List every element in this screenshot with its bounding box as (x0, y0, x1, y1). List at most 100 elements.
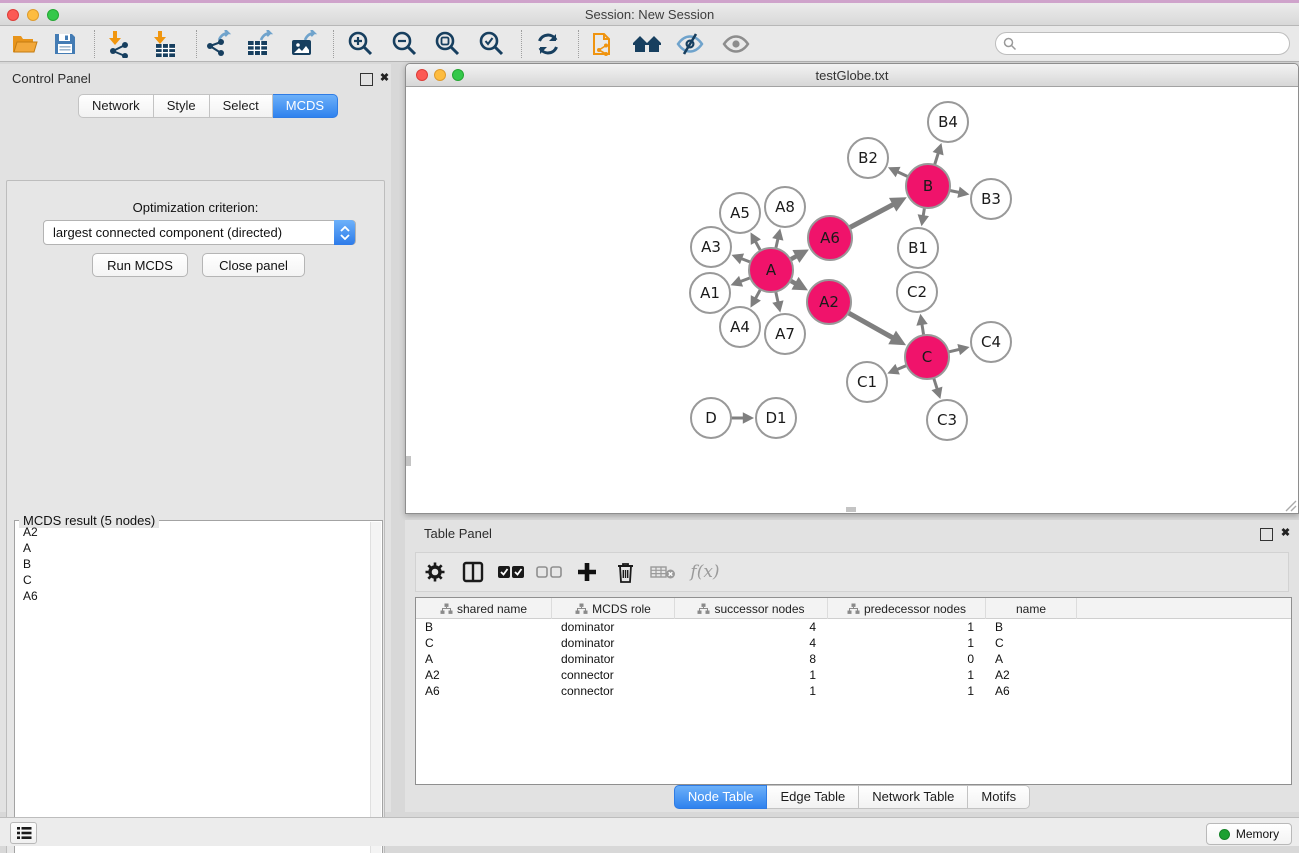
zoom-fit-icon[interactable] (431, 29, 465, 59)
import-network-icon[interactable] (103, 29, 137, 59)
tab-network[interactable]: Network (78, 94, 154, 118)
network-window-titlebar[interactable]: testGlobe.txt (406, 64, 1298, 87)
tab-motifs[interactable]: Motifs (968, 785, 1030, 809)
graph-node-label: D1 (765, 409, 786, 427)
graph-edge-arrowhead (918, 214, 929, 226)
column-header-successor-nodes[interactable]: successor nodes (675, 598, 828, 619)
export-image-icon[interactable] (287, 29, 321, 59)
table-row[interactable]: Cdominator41C (416, 635, 1291, 651)
table-cell[interactable]: 1 (828, 667, 986, 683)
zoom-out-icon[interactable] (388, 29, 422, 59)
table-cell[interactable]: 1 (828, 635, 986, 651)
delete-column-trash-icon[interactable] (606, 562, 644, 583)
table-cell[interactable]: 4 (675, 635, 828, 651)
settings-gear-icon[interactable] (416, 561, 454, 583)
table-cell[interactable]: 8 (675, 651, 828, 667)
new-network-from-file-icon[interactable] (587, 29, 621, 59)
table-cell[interactable]: 1 (675, 683, 828, 699)
deselect-all-columns-icon[interactable] (530, 565, 568, 579)
table-cell[interactable]: C (416, 635, 552, 651)
table-row[interactable]: A2connector11A2 (416, 667, 1291, 683)
toolbar-separator (333, 30, 334, 58)
table-cell[interactable]: dominator (552, 651, 675, 667)
table-row[interactable]: Adominator80A (416, 651, 1291, 667)
hide-selected-eye-icon[interactable] (673, 29, 707, 59)
table-cell[interactable]: B (416, 619, 552, 635)
table-cell[interactable]: A (416, 651, 552, 667)
apply-layout-icon[interactable] (531, 29, 565, 59)
app-titlebar: Session: New Session (0, 3, 1299, 26)
close-panel-icon[interactable]: ✖ (378, 72, 391, 85)
tab-select[interactable]: Select (210, 94, 273, 118)
search-input[interactable] (1017, 37, 1267, 51)
table-header-row[interactable]: shared nameMCDS rolesuccessor nodesprede… (416, 598, 1291, 619)
mcds-result-groupbox: MCDS result (5 nodes) A2ABCA6 (14, 520, 383, 853)
export-table-icon[interactable] (243, 29, 277, 59)
float-table-panel-button[interactable] (1260, 528, 1273, 541)
toolbar-separator (578, 30, 579, 58)
node-table[interactable]: shared nameMCDS rolesuccessor nodesprede… (415, 597, 1292, 785)
tab-edge-table[interactable]: Edge Table (767, 785, 859, 809)
tab-node-table[interactable]: Node Table (674, 785, 768, 809)
optimization-criterion-dropdown[interactable]: largest connected component (directed) (43, 220, 356, 245)
table-row[interactable]: A6connector11A6 (416, 683, 1291, 699)
mcds-result-item[interactable]: B (16, 556, 371, 572)
run-mcds-button[interactable]: Run MCDS (92, 253, 188, 277)
mcds-result-scrollbar[interactable] (370, 522, 381, 853)
table-cell[interactable]: B (986, 619, 1077, 635)
table-cell[interactable]: 1 (828, 619, 986, 635)
save-session-icon[interactable] (48, 29, 82, 59)
network-graph[interactable]: B4B2BB3A8A5A6B1A3AA1C2A2A4A7C4CC1C3DD1 (406, 88, 1298, 513)
column-header-shared-name[interactable]: shared name (416, 598, 552, 619)
close-table-panel-icon[interactable]: ✖ (1279, 527, 1292, 540)
table-cell[interactable]: A2 (986, 667, 1077, 683)
table-cell[interactable]: A2 (416, 667, 552, 683)
tab-network-table[interactable]: Network Table (859, 785, 968, 809)
export-network-icon[interactable] (202, 29, 236, 59)
zoom-selected-icon[interactable] (475, 29, 509, 59)
network-view-window: testGlobe.txt B4B2BB3A8A5A6B1A3AA1C2A2A4… (405, 63, 1299, 514)
table-cell[interactable]: 4 (675, 619, 828, 635)
tab-mcds[interactable]: MCDS (273, 94, 338, 118)
table-cell[interactable]: A6 (986, 683, 1077, 699)
select-all-columns-icon[interactable] (492, 565, 530, 579)
table-cell[interactable]: A (986, 651, 1077, 667)
table-cell[interactable]: 1 (828, 683, 986, 699)
resize-grip-icon[interactable] (1283, 498, 1297, 512)
close-panel-button[interactable]: Close panel (202, 253, 305, 277)
graph-node-label: B2 (858, 149, 878, 167)
task-history-button[interactable] (10, 822, 37, 844)
column-header-predecessor-nodes[interactable]: predecessor nodes (828, 598, 986, 619)
network-canvas[interactable]: B4B2BB3A8A5A6B1A3AA1C2A2A4A7C4CC1C3DD1 (406, 88, 1298, 513)
show-all-eye-icon[interactable] (719, 29, 753, 59)
table-cell[interactable]: C (986, 635, 1077, 651)
mcds-result-list[interactable]: A2ABCA6 (16, 524, 371, 853)
memory-button[interactable]: Memory (1206, 823, 1292, 845)
mcds-result-item[interactable]: A (16, 540, 371, 556)
column-header-name[interactable]: name (986, 598, 1077, 619)
table-cell[interactable]: dominator (552, 635, 675, 651)
table-cell[interactable]: 0 (828, 651, 986, 667)
add-column-icon[interactable] (568, 562, 606, 582)
graph-node-label: B4 (938, 113, 958, 131)
mcds-result-item[interactable]: A2 (16, 524, 371, 540)
table-cell[interactable]: 1 (675, 667, 828, 683)
table-cell[interactable]: dominator (552, 619, 675, 635)
search-field[interactable] (995, 32, 1290, 55)
app-title: Session: New Session (0, 7, 1299, 22)
open-session-icon[interactable] (8, 29, 42, 59)
float-panel-button[interactable] (360, 73, 373, 86)
column-view-icon[interactable] (454, 561, 492, 583)
import-table-icon[interactable] (148, 29, 182, 59)
table-cell[interactable]: connector (552, 683, 675, 699)
table-cell[interactable]: A6 (416, 683, 552, 699)
mcds-result-item[interactable]: A6 (16, 588, 371, 604)
tab-style[interactable]: Style (154, 94, 210, 118)
zoom-in-icon[interactable] (344, 29, 378, 59)
mcds-result-item[interactable]: C (16, 572, 371, 588)
column-header-MCDS-role[interactable]: MCDS role (552, 598, 675, 619)
table-row[interactable]: Bdominator41B (416, 619, 1291, 635)
table-body[interactable]: Bdominator41BCdominator41CAdominator80AA… (416, 619, 1291, 699)
table-cell[interactable]: connector (552, 667, 675, 683)
home-icon[interactable] (630, 29, 664, 59)
